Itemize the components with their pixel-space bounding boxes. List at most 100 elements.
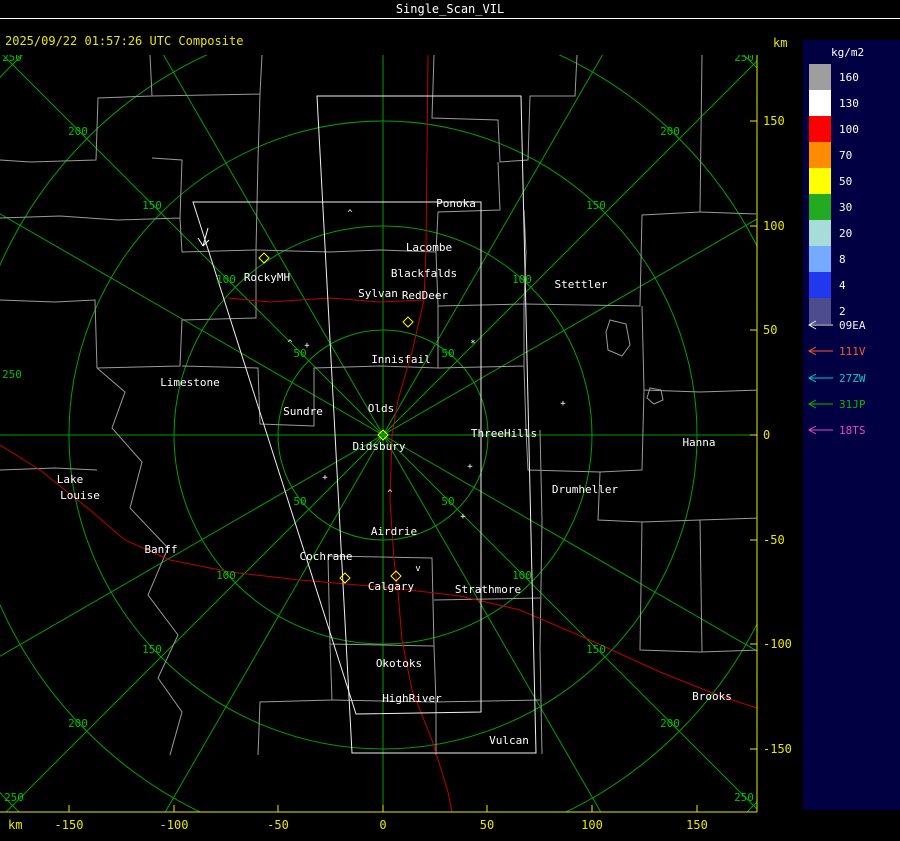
axis-tick-label: 0: [763, 428, 770, 442]
range-label: 200: [68, 717, 88, 730]
range-label: 150: [142, 643, 162, 656]
range-label: 200: [660, 717, 680, 730]
scale-swatch: [809, 168, 831, 194]
scale-swatch: [809, 220, 831, 246]
track-id: 09EA: [839, 319, 866, 332]
range-label: 150: [586, 643, 606, 656]
station-marker-icon: +: [322, 473, 328, 483]
axis-tick-label: -150: [55, 818, 84, 832]
track-arrow-icon: [807, 425, 833, 435]
legend-unit: kg/m2: [831, 46, 864, 59]
scale-value: 100: [839, 123, 859, 136]
city-label: ThreeHills: [471, 427, 537, 440]
track-arrow-icon: [807, 346, 833, 356]
legend-panel: kg/m2 160 130 100 70 50 30 20 8 4 2 09EA…: [803, 40, 900, 810]
scan-timestamp: 2025/09/22 01:57:26 UTC Composite: [5, 34, 244, 48]
city-label: Didsbury: [353, 440, 406, 453]
right-axis-unit: km: [773, 36, 788, 50]
range-label: 50: [441, 495, 454, 508]
range-label: 250: [2, 55, 22, 64]
axis-tick-label: -100: [160, 818, 189, 832]
station-marker-icon: *: [470, 339, 475, 349]
axis-tick-label: 150: [763, 114, 785, 128]
storm-track-legend: 09EA 111V 27ZW 31JP 18TS: [807, 319, 866, 437]
city-label: Lake: [57, 473, 84, 486]
range-label: 250: [734, 55, 754, 64]
track-id: 27ZW: [839, 372, 866, 385]
scale-value: 130: [839, 97, 859, 110]
scale-value: 2: [839, 305, 846, 318]
axis-lines: [0, 55, 758, 813]
city-labels: Ponoka Lacombe Blackfalds Sylvan RedDeer…: [57, 197, 732, 747]
scale-swatch: [809, 64, 831, 90]
station-marker-icon: +: [304, 341, 310, 351]
axis-tick-label: 100: [581, 818, 603, 832]
city-label: Sylvan: [358, 287, 398, 300]
city-label: Hanna: [682, 436, 715, 449]
scale-swatch: [809, 194, 831, 220]
range-label: 200: [660, 125, 680, 138]
range-label: 150: [586, 199, 606, 212]
scale-value: 20: [839, 227, 852, 240]
station-marker-icon: ^: [347, 209, 353, 219]
track-id: 18TS: [839, 424, 866, 437]
bottom-axis-labels: km -150 -100 -50 0 50 100 150: [8, 818, 708, 832]
city-label: Vulcan: [489, 734, 529, 747]
range-label: 150: [142, 199, 162, 212]
storm-diamond-icon: [402, 316, 414, 328]
axis-tick-label: -150: [763, 742, 792, 756]
city-label: RedDeer: [402, 289, 449, 302]
radar-map-canvas[interactable]: 250 200 150 100 50 50 100 150 200 250 50…: [0, 55, 800, 841]
color-scale: 160 130 100 70 50 30 20 8 4 2: [809, 64, 859, 324]
station-marker-icon: +: [560, 399, 566, 409]
range-label: 250: [734, 791, 754, 804]
range-label: 100: [216, 273, 236, 286]
city-label: RockyMH: [244, 271, 290, 284]
station-marker-icon: v: [415, 564, 420, 574]
scale-value: 70: [839, 149, 852, 162]
city-label: Blackfalds: [391, 267, 457, 280]
scale-value: 4: [839, 279, 846, 292]
station-marker-icon: ^: [387, 489, 393, 499]
station-marker-icon: ^: [287, 339, 293, 349]
scale-swatch: [809, 90, 831, 116]
city-label: Cochrane: [300, 550, 353, 563]
city-label: Brooks: [692, 690, 732, 703]
scale-value: 160: [839, 71, 859, 84]
city-label: Olds: [368, 402, 395, 415]
legend-graphics: kg/m2 160 130 100 70 50 30 20 8 4 2 09EA…: [807, 46, 866, 437]
axis-tick-label: 50: [480, 818, 494, 832]
storm-track-arrow-icon: [197, 227, 210, 247]
city-label: Airdrie: [371, 525, 417, 538]
track-arrow-icon: [807, 373, 833, 383]
highway-lines: [0, 55, 757, 812]
axis-tick-label: 150: [686, 818, 708, 832]
city-label: Ponoka: [436, 197, 476, 210]
city-label: Strathmore: [455, 583, 521, 596]
city-label: Innisfail: [371, 353, 431, 366]
storm-diamond-icon: [258, 252, 270, 264]
range-label: 200: [68, 125, 88, 138]
scale-swatch: [809, 246, 831, 272]
range-label: 50: [293, 495, 306, 508]
axis-tick-label: 50: [763, 323, 777, 337]
right-axis-labels: 150 100 50 0 -50 -100 -150: [763, 114, 792, 756]
bottom-axis-unit: km: [8, 818, 22, 832]
range-label: 250: [4, 791, 24, 804]
city-label: Sundre: [283, 405, 323, 418]
scale-swatch: [809, 116, 831, 142]
axis-tick-label: -50: [763, 533, 785, 547]
city-label: HighRiver: [382, 692, 442, 705]
track-id: 111V: [839, 345, 866, 358]
range-label: 100: [216, 569, 236, 582]
storm-diamond-icon: [339, 572, 351, 584]
city-label: Banff: [144, 543, 177, 556]
city-label: Calgary: [368, 580, 415, 593]
axis-tick-label: 100: [763, 219, 785, 233]
window-title: Single_Scan_VIL: [0, 0, 900, 19]
axis-tick-label: -50: [267, 818, 289, 832]
city-label: Louise: [60, 489, 100, 502]
station-marker-icon: +: [460, 512, 466, 522]
scale-swatch: [809, 298, 831, 324]
axis-tick-label: -100: [763, 637, 792, 651]
